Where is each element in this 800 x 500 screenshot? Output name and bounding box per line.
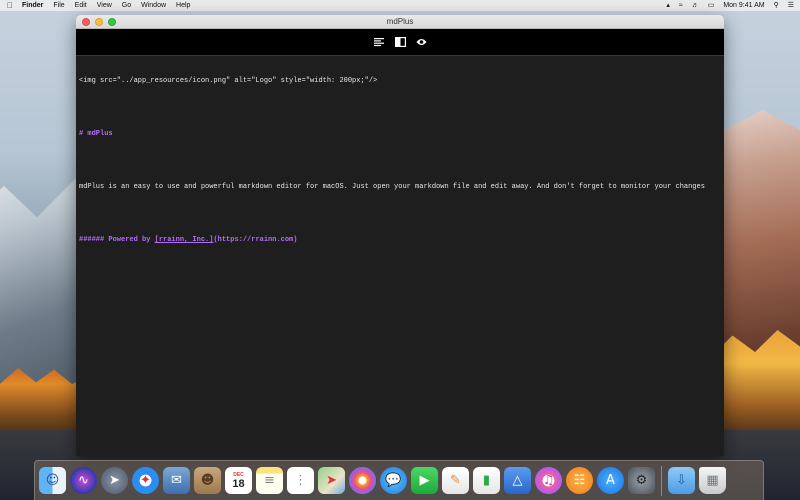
pages-icon[interactable]: ✎ <box>442 467 469 494</box>
facetime-icon[interactable]: ▶ <box>411 467 438 494</box>
preview-eye-icon[interactable] <box>415 36 427 48</box>
menu-view[interactable]: View <box>97 2 112 9</box>
close-window-button[interactable] <box>82 17 90 26</box>
trash-icon[interactable]: ▦ <box>699 467 726 494</box>
editor-line-heading: # mdPlus <box>79 130 113 138</box>
contacts-icon[interactable]: ☻ <box>194 467 221 494</box>
notification-center-icon[interactable]: ☰ <box>788 0 794 11</box>
mdplus-window: mdPlus <img src="../app_resources/icon.p… <box>76 15 724 457</box>
mail-icon[interactable]: ✉ <box>163 467 190 494</box>
app-store-icon[interactable]: A <box>597 467 624 494</box>
itunes-icon[interactable]: ♫ <box>535 467 562 494</box>
keynote-icon[interactable]: △ <box>504 467 531 494</box>
numbers-icon[interactable]: ▮ <box>473 467 500 494</box>
ibooks-icon[interactable]: ☷ <box>566 467 593 494</box>
menu-finder[interactable]: Finder <box>22 2 43 9</box>
window-titlebar[interactable]: mdPlus <box>76 15 724 29</box>
markdown-editor[interactable]: <img src="../app_resources/icon.png" alt… <box>76 56 724 456</box>
volume-icon[interactable]: ♬ <box>692 0 699 11</box>
launchpad-icon[interactable]: ➤ <box>101 467 128 494</box>
safari-icon[interactable]: ✦ <box>132 467 159 494</box>
zoom-window-button[interactable] <box>108 17 116 26</box>
wifi-icon[interactable]: ≈ <box>679 0 683 11</box>
airplay-icon[interactable]: ▴ <box>666 0 670 11</box>
editor-line-powered-by: ###### Powered by <box>79 236 155 244</box>
editor-link-url: (https://rrainn.com) <box>213 236 298 244</box>
minimize-window-button[interactable] <box>95 17 103 26</box>
window-title: mdPlus <box>386 17 414 26</box>
reminders-icon[interactable]: ⋮ <box>287 467 314 494</box>
downloads-folder-icon[interactable]: ⇩ <box>668 467 695 494</box>
editor-line-description: mdPlus is an easy to use and powerful ma… <box>79 183 705 191</box>
finder-icon[interactable]: ☺ <box>39 467 66 494</box>
apple-menu-icon[interactable]:  <box>6 1 14 10</box>
spotlight-search-icon[interactable]: ⚲ <box>774 0 779 11</box>
menu-help[interactable]: Help <box>176 2 190 9</box>
split-view-icon[interactable] <box>394 36 406 48</box>
menu-go[interactable]: Go <box>122 2 131 9</box>
system-preferences-icon[interactable]: ⚙ <box>628 467 655 494</box>
dock-separator <box>661 465 662 496</box>
editor-only-icon[interactable] <box>373 36 385 48</box>
calendar-icon[interactable]: DEC 18 <box>225 467 252 494</box>
calendar-day: 18 <box>232 477 245 490</box>
dock: ☺ ∿ ➤ ✦ ✉ ☻ DEC 18 ≡ ⋮ ➤ 💬 ▶ ✎ ▮ △ ♫ ☷ A… <box>34 460 764 500</box>
view-mode-toolbar <box>76 29 724 56</box>
menu-file[interactable]: File <box>53 2 64 9</box>
battery-icon[interactable]: ▭ <box>708 0 715 11</box>
siri-icon[interactable]: ∿ <box>70 467 97 494</box>
menu-bar:  Finder File Edit View Go Window Help ▴… <box>0 0 800 11</box>
menubar-clock[interactable]: Mon 9:41 AM <box>723 2 764 9</box>
menu-window[interactable]: Window <box>141 2 166 9</box>
notes-icon[interactable]: ≡ <box>256 467 283 494</box>
menu-edit[interactable]: Edit <box>75 2 87 9</box>
editor-line-img: <img src="../app_resources/icon.png" alt… <box>79 77 378 85</box>
maps-icon[interactable]: ➤ <box>318 467 345 494</box>
photos-icon[interactable] <box>349 467 376 494</box>
messages-icon[interactable]: 💬 <box>380 467 407 494</box>
editor-link-text: [rrainn, Inc.] <box>154 236 214 244</box>
